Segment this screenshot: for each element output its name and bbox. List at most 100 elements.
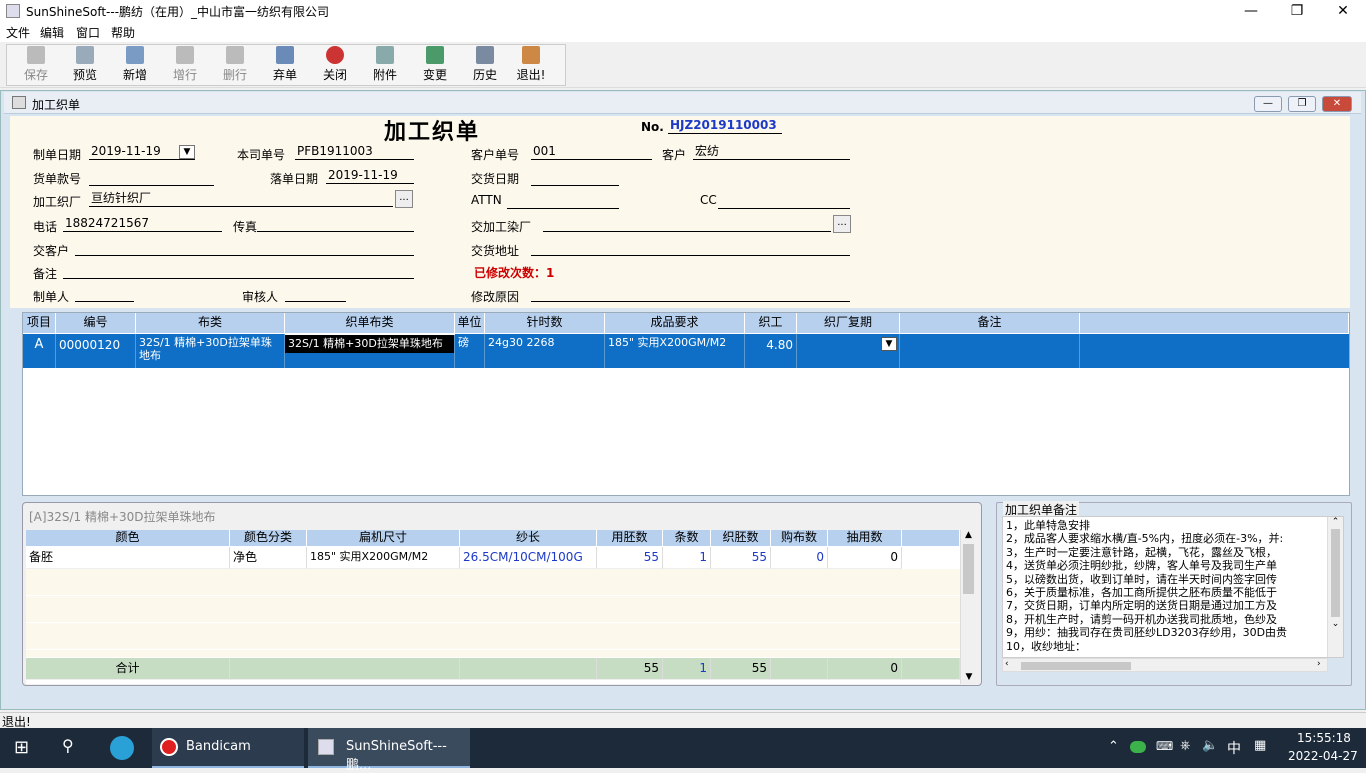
col-header-bought[interactable]: 购布数 xyxy=(771,530,828,546)
add-row-button[interactable]: 增行 xyxy=(162,46,208,86)
restore-button[interactable]: ❐ xyxy=(1274,0,1320,22)
delete-row-button[interactable]: 删行 xyxy=(212,46,258,86)
date-dropdown-icon[interactable]: ▼ xyxy=(179,145,195,159)
cell-color-class[interactable]: 净色 xyxy=(230,547,307,569)
weave-factory-field[interactable]: 亘纺针织厂 xyxy=(89,191,393,207)
close-doc-button[interactable]: 关闭 xyxy=(312,46,358,86)
cell-bought[interactable]: 0 xyxy=(771,547,828,569)
attachment-button[interactable]: 附件 xyxy=(362,46,408,86)
delivery-date-field[interactable] xyxy=(531,170,619,186)
remark-field[interactable] xyxy=(63,263,414,279)
col-header-yarn-len[interactable]: 纱长 xyxy=(460,530,597,546)
minimize-button[interactable]: — xyxy=(1228,0,1274,22)
phone-field[interactable]: 18824721567 xyxy=(63,216,222,232)
notes-scroll-right-icon[interactable]: › xyxy=(1317,659,1321,669)
own-no-field[interactable]: PFB1911003 xyxy=(295,144,414,160)
col-header-recheck[interactable]: 织厂复期 xyxy=(797,313,900,333)
col-header-size[interactable]: 扁机尺寸 xyxy=(307,530,460,546)
menu-file[interactable]: 文件 xyxy=(6,24,30,41)
child-minimize-button[interactable]: — xyxy=(1254,96,1282,112)
child-restore-button[interactable]: ❐ xyxy=(1288,96,1316,112)
col-header-color[interactable]: 颜色 xyxy=(26,530,230,546)
network-icon[interactable]: ⎈ xyxy=(1180,738,1190,753)
weave-factory-lookup-button[interactable]: ... xyxy=(395,190,413,208)
tray-chevron-icon[interactable]: ⌃ xyxy=(1108,739,1119,754)
cell-remark[interactable] xyxy=(900,334,1080,368)
col-header-remark[interactable]: 备注 xyxy=(900,313,1080,333)
scroll-thumb[interactable] xyxy=(963,544,974,594)
cc-field[interactable] xyxy=(718,193,850,209)
windows-start-icon[interactable]: ⊞ xyxy=(14,737,29,758)
cell-code[interactable]: 00000120 xyxy=(56,334,136,368)
child-close-button[interactable]: ✕ xyxy=(1322,96,1352,112)
col-header-color-class[interactable]: 颜色分类 xyxy=(230,530,307,546)
wechat-icon[interactable] xyxy=(1130,741,1146,753)
dye-factory-field[interactable] xyxy=(543,216,831,232)
scroll-up-icon[interactable]: ▲ xyxy=(961,530,976,540)
attn-field[interactable] xyxy=(507,193,619,209)
col-header-finish[interactable]: 成品要求 xyxy=(605,313,745,333)
col-header-drawn[interactable]: 抽用数 xyxy=(828,530,902,546)
menu-edit[interactable]: 编辑 xyxy=(40,24,64,41)
cell-color[interactable]: 备胚 xyxy=(26,547,230,569)
history-button[interactable]: 历史 xyxy=(462,46,508,86)
scroll-down-icon[interactable]: ▼ xyxy=(961,672,977,682)
cell-weave-price[interactable]: 4.80 xyxy=(745,334,797,368)
grid2-scrollbar[interactable]: ▲ ▼ xyxy=(960,530,976,684)
maker-field[interactable] xyxy=(75,286,134,302)
menu-help[interactable]: 帮助 xyxy=(111,24,135,41)
deliver-cust-field[interactable] xyxy=(75,240,414,256)
exit-button[interactable]: 退出! xyxy=(508,46,554,86)
ime-mode-icon[interactable]: ⌨ xyxy=(1156,739,1173,753)
search-icon[interactable]: ⚲ xyxy=(62,736,74,755)
input-grid-icon[interactable]: ▦ xyxy=(1254,738,1266,753)
col-header-use[interactable]: 用胚数 xyxy=(597,530,663,546)
col-header-code[interactable]: 编号 xyxy=(56,313,136,333)
menu-window[interactable]: 窗口 xyxy=(76,24,100,41)
close-button[interactable]: ✕ xyxy=(1320,0,1366,22)
order-date-field[interactable]: 2019-11-19 xyxy=(326,168,414,184)
change-button[interactable]: 变更 xyxy=(412,46,458,86)
notes-hscroll-thumb[interactable] xyxy=(1021,662,1131,670)
goods-no-field[interactable] xyxy=(89,170,214,186)
cell-unit[interactable]: 磅 xyxy=(455,334,485,368)
col-header-woven[interactable]: 织胚数 xyxy=(711,530,771,546)
preview-button[interactable]: 预览 xyxy=(62,46,108,86)
notes-scroll-thumb[interactable] xyxy=(1331,529,1340,617)
col-header-order-fabric[interactable]: 织单布类 xyxy=(285,313,455,333)
notes-scroll-up-icon[interactable]: ⌃ xyxy=(1328,517,1343,527)
cell-order-fabric-editor[interactable]: 32S/1 精棉+30D拉架单珠地布 xyxy=(285,335,455,353)
col-header-strips[interactable]: 条数 xyxy=(663,530,711,546)
col-header-item[interactable]: 项目 xyxy=(23,313,56,333)
cust-no-field[interactable]: 001 xyxy=(531,144,652,160)
volume-icon[interactable]: 🔈 xyxy=(1202,738,1218,753)
notes-textarea[interactable]: 1，此单特急安排 2，成品客人要求缩水横/直-5%内，扭度必须在-3%，并: 3… xyxy=(1002,516,1344,658)
cell-size[interactable]: 185" 实用X200GM/M2 xyxy=(307,547,460,569)
cell-yarn-len[interactable]: 26.5CM/10CM/100G xyxy=(460,547,597,569)
save-button[interactable]: 保存 xyxy=(13,46,59,86)
notes-hscrollbar[interactable]: ‹ › xyxy=(1002,658,1328,672)
input-language[interactable]: 中 xyxy=(1227,738,1241,758)
edge-browser-icon[interactable] xyxy=(110,736,134,760)
cell-woven[interactable]: 55 xyxy=(711,547,771,569)
col-header-fabric[interactable]: 布类 xyxy=(136,313,285,333)
cell-fabric[interactable]: 32S/1 精棉+30D拉架单珠地布 xyxy=(136,334,285,368)
notes-scrollbar[interactable]: ⌃ ⌄ xyxy=(1327,517,1343,657)
cell-strips[interactable]: 1 xyxy=(663,547,711,569)
notes-scroll-down-icon[interactable]: ⌄ xyxy=(1328,619,1343,629)
clock-date[interactable]: 2022-04-27 xyxy=(1288,749,1358,763)
dye-factory-lookup-button[interactable]: ... xyxy=(833,215,851,233)
deliver-addr-field[interactable] xyxy=(531,240,850,256)
discard-button[interactable]: 弃单 xyxy=(262,46,308,86)
clock-time[interactable]: 15:55:18 xyxy=(1297,731,1351,745)
cell-use[interactable]: 55 xyxy=(597,547,663,569)
taskbar-bandicam[interactable]: Bandicam xyxy=(152,728,304,768)
cell-item[interactable]: A xyxy=(23,334,56,368)
col-header-needle[interactable]: 针时数 xyxy=(485,313,605,333)
new-button[interactable]: 新增 xyxy=(112,46,158,86)
fax-field[interactable] xyxy=(257,216,414,232)
auditor-field[interactable] xyxy=(285,286,346,302)
notes-scroll-left-icon[interactable]: ‹ xyxy=(1005,659,1009,669)
taskbar-sunshinesoft[interactable]: SunShineSoft---鹏... xyxy=(308,728,470,773)
col-header-weave-price[interactable]: 织工 xyxy=(745,313,797,333)
